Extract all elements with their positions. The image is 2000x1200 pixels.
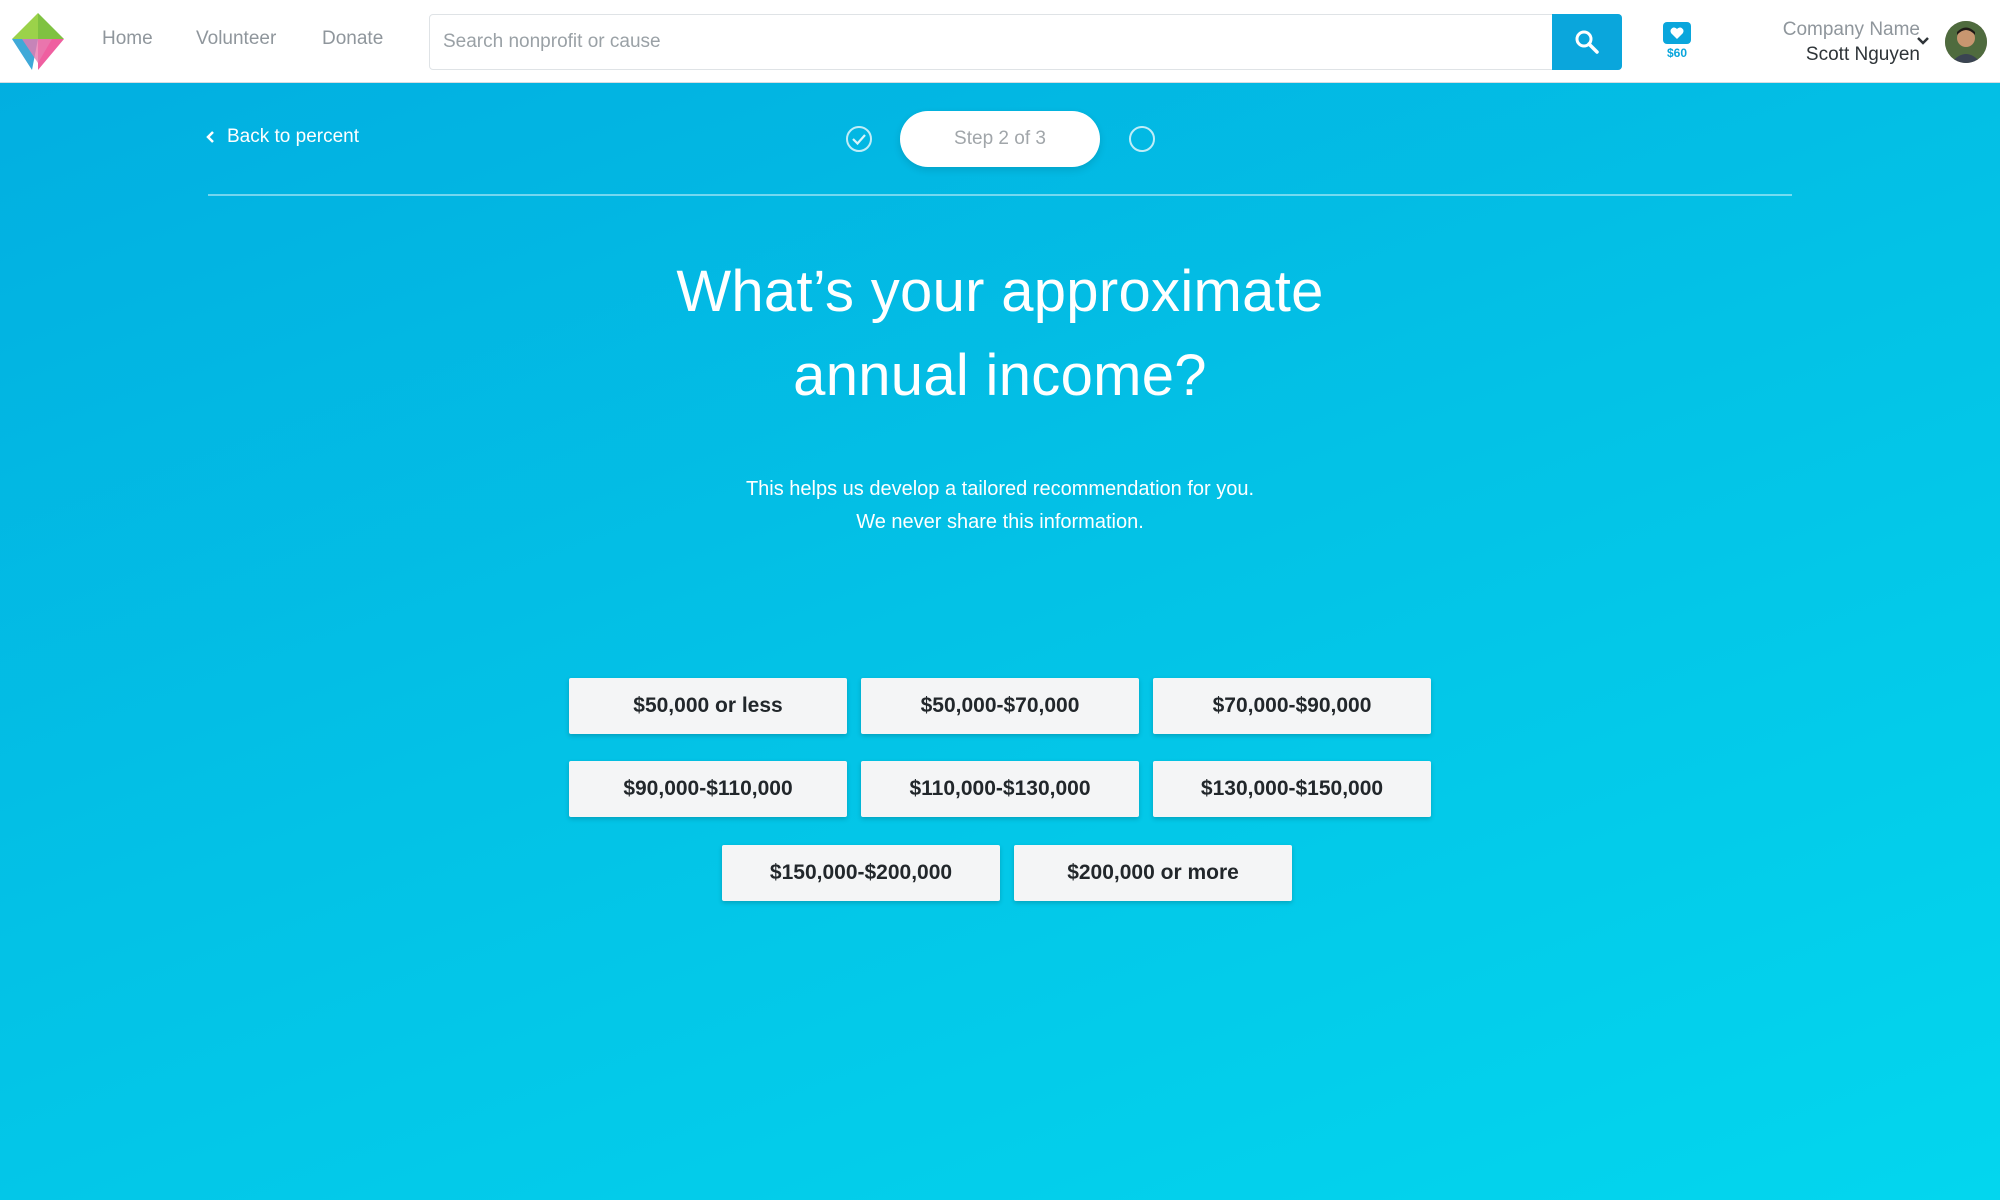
chevron-left-icon [206,131,214,143]
account-menu[interactable]: Company Name Scott Nguyen [1783,18,1920,68]
back-button-label: Back to percent [227,126,360,147]
back-button[interactable]: Back to percent [206,126,359,148]
page-title: What’s your approximate annual income? [600,250,1400,418]
step-pending-circle-icon [1129,126,1155,152]
avatar[interactable] [1945,21,1987,63]
progress-divider [208,194,1792,196]
search-input[interactable] [430,15,1551,69]
step-indicator-label: Step 2 of 3 [954,128,1046,149]
title-line-1: What’s your approximate [676,259,1324,324]
help-text: This helps us develop a tailored recomme… [600,473,1400,539]
giving-wallet-button[interactable]: $60 [1660,22,1694,62]
wallet-balance: $60 [1666,46,1688,60]
user-name: Scott Nguyen [1805,44,1920,65]
title-line-2: annual income? [793,343,1207,408]
nav-volunteer-link[interactable]: Volunteer [196,28,276,50]
heart-icon [1663,22,1691,44]
income-option-button[interactable]: $150,000-$200,000 [722,845,1000,901]
nav-home-link[interactable]: Home [102,28,153,50]
search-button[interactable] [1552,14,1622,70]
income-option-button[interactable]: $50,000 or less [569,678,847,734]
income-option-button[interactable]: $90,000-$110,000 [569,761,847,817]
income-option-button[interactable]: $70,000-$90,000 [1153,678,1431,734]
search-bar [429,14,1622,70]
income-option-button[interactable]: $50,000-$70,000 [861,678,1139,734]
company-name: Company Name [1782,19,1920,40]
chevron-down-icon[interactable] [1916,36,1930,46]
income-option-button[interactable]: $130,000-$150,000 [1153,761,1431,817]
step-indicator: Step 2 of 3 [900,111,1100,167]
nav-donate-link[interactable]: Donate [322,28,383,50]
search-icon [1575,30,1599,54]
top-navbar: Home Volunteer Donate $60 Company Name S… [0,0,2000,83]
help-text-line-1: This helps us develop a tailored recomme… [745,478,1255,500]
help-text-line-2: We never share this information. [856,511,1144,533]
income-option-button[interactable]: $200,000 or more [1014,845,1292,901]
income-option-button[interactable]: $110,000-$130,000 [861,761,1139,817]
step-complete-check-icon [846,126,872,152]
logo-icon[interactable] [12,13,64,70]
